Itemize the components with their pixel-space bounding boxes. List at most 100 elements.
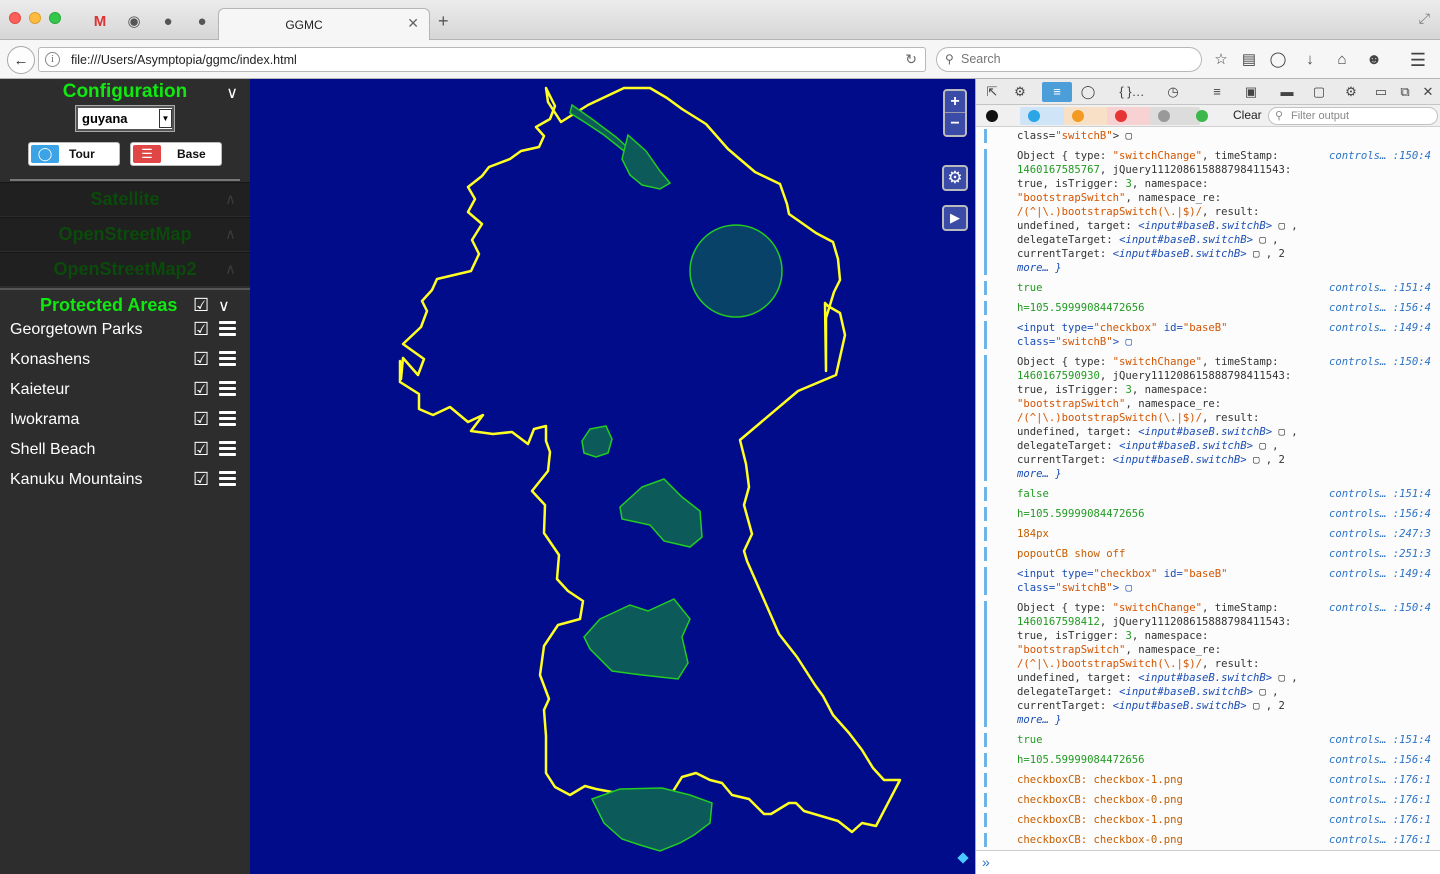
clear-console-button[interactable]: Clear bbox=[1233, 108, 1262, 122]
kanuku-mountains-area[interactable] bbox=[583, 598, 691, 680]
log-entry[interactable]: controls… :176:1 checkboxCB: checkbox-0.p… bbox=[976, 833, 1440, 847]
fullscreen-icon[interactable]: ⤢ bbox=[1419, 10, 1430, 27]
layer-row-openstreetmap[interactable]: OpenStreetMap ∧ bbox=[0, 217, 250, 251]
pick-element-icon[interactable]: ⇱ bbox=[982, 82, 1002, 102]
gmail-pinned-tab[interactable]: M bbox=[87, 8, 113, 34]
log-source-link[interactable]: controls… :176:1 bbox=[1329, 773, 1431, 787]
chevron-up-icon[interactable]: ∧ bbox=[225, 260, 236, 278]
search-input[interactable] bbox=[961, 52, 1161, 66]
dock-side-icon[interactable]: ▭ bbox=[1372, 82, 1390, 102]
tab-console[interactable]: ≡ bbox=[1042, 82, 1072, 102]
log-entry[interactable]: controls… :247:3 184px bbox=[976, 527, 1440, 541]
bookmark-star-icon[interactable]: ☆ bbox=[1210, 49, 1232, 71]
log-source-link[interactable]: controls… :151:4 bbox=[1329, 487, 1431, 501]
log-source-link[interactable]: controls… :251:3 bbox=[1329, 547, 1431, 561]
css-filter-toggle[interactable] bbox=[1020, 107, 1070, 125]
close-devtools-icon[interactable]: ✕ bbox=[1419, 82, 1437, 102]
scratchpad-icon[interactable]: ▢ bbox=[1310, 82, 1328, 102]
console-log[interactable]: class="switchB"> ▢ controls… :150:4 Object… bbox=[976, 127, 1440, 850]
iwokrama-area[interactable] bbox=[619, 478, 703, 548]
chevron-up-icon[interactable]: ∧ bbox=[225, 190, 236, 208]
options-gear-icon[interactable]: ⚙ bbox=[1342, 82, 1360, 102]
info-icon[interactable]: i bbox=[45, 52, 60, 67]
logging-filter-toggle[interactable] bbox=[1150, 107, 1200, 125]
chat-icon[interactable]: ☻ bbox=[1363, 49, 1385, 71]
log-entry[interactable]: controls… :151:4 true bbox=[976, 733, 1440, 747]
log-source-link[interactable]: controls… :150:4 bbox=[1329, 601, 1431, 615]
server-filter-dot[interactable] bbox=[1196, 110, 1208, 122]
download-icon[interactable]: ↓ bbox=[1299, 49, 1321, 71]
chevron-down-icon[interactable]: ∨ bbox=[218, 296, 230, 316]
region-select[interactable]: guyana ▼ bbox=[75, 105, 175, 132]
github-pinned-tab[interactable]: ◉ bbox=[121, 8, 147, 34]
home-icon[interactable]: ⌂ bbox=[1331, 49, 1353, 71]
style-editor-tab[interactable]: { }… bbox=[1114, 82, 1150, 102]
checkbox-checked-icon[interactable]: ☑ bbox=[193, 379, 209, 400]
log-entry[interactable]: controls… :151:4 false bbox=[976, 487, 1440, 501]
pocket-icon[interactable]: ◯ bbox=[1267, 49, 1289, 71]
active-tab[interactable]: GGMC ✕ bbox=[218, 8, 430, 41]
shell-beach-circle[interactable] bbox=[689, 224, 783, 318]
debugger-tab[interactable]: ◯ bbox=[1076, 82, 1100, 102]
globe-pinned-tab[interactable]: ● bbox=[155, 8, 181, 34]
log-entry[interactable]: controls… :150:4 Object { type: "switchCh… bbox=[976, 355, 1440, 481]
log-entry[interactable]: controls… :150:4 Object { type: "switchCh… bbox=[976, 149, 1440, 275]
log-source-link[interactable]: controls… :150:4 bbox=[1329, 149, 1431, 163]
log-entry[interactable]: controls… :156:4 h=105.59999084472656 bbox=[976, 301, 1440, 315]
checkbox-checked-icon[interactable]: ☑ bbox=[193, 409, 209, 430]
log-entry[interactable]: controls… :251:3 popoutCB show off bbox=[976, 547, 1440, 561]
filter-output-input[interactable]: ⚲ Filter output bbox=[1268, 107, 1438, 125]
globe-pinned-tab-2[interactable]: ● bbox=[189, 8, 215, 34]
url-bar[interactable]: i file:///Users/Asymptopia/ggmc/index.ht… bbox=[38, 47, 926, 72]
tour-button[interactable]: ◯ Tour bbox=[28, 142, 120, 166]
zoom-out-button[interactable]: − bbox=[945, 113, 965, 135]
log-source-link[interactable]: controls… :176:1 bbox=[1329, 833, 1431, 847]
inspector-tab[interactable]: ⚙ bbox=[1010, 82, 1030, 102]
log-entry[interactable]: controls… :176:1 checkboxCB: checkbox-1.p… bbox=[976, 773, 1440, 787]
log-source-link[interactable]: controls… :149:4 bbox=[1329, 567, 1431, 581]
search-bar[interactable]: ⚲ bbox=[936, 47, 1202, 72]
checkbox-checked-icon[interactable]: ☑ bbox=[193, 349, 209, 370]
screenshot-icon[interactable]: ▬ bbox=[1278, 82, 1296, 102]
log-entry[interactable]: controls… :149:4 <input type="checkbox" i… bbox=[976, 567, 1440, 595]
gear-icon[interactable]: ⚙ bbox=[942, 165, 968, 191]
dropdown-arrow-icon[interactable]: ▼ bbox=[159, 109, 172, 128]
log-source-link[interactable]: controls… :151:4 bbox=[1329, 281, 1431, 295]
log-source-link[interactable]: controls… :176:1 bbox=[1329, 813, 1431, 827]
georgetown-parks-area[interactable] bbox=[621, 133, 672, 190]
reload-icon[interactable]: ↻ bbox=[905, 51, 917, 68]
log-entry[interactable]: class="switchB"> ▢ bbox=[976, 129, 1440, 143]
checkbox-checked-icon[interactable]: ☑ bbox=[193, 439, 209, 460]
hamburger-menu-icon[interactable] bbox=[219, 351, 236, 369]
close-window-button[interactable] bbox=[9, 12, 21, 24]
checkbox-checked-icon[interactable]: ☑ bbox=[193, 295, 209, 316]
log-source-link[interactable]: controls… :156:4 bbox=[1329, 507, 1431, 521]
log-source-link[interactable]: controls… :247:3 bbox=[1329, 527, 1431, 541]
log-entry[interactable]: controls… :176:1 checkboxCB: checkbox-1.p… bbox=[976, 813, 1440, 827]
log-entry[interactable]: controls… :156:4 h=105.59999084472656 bbox=[976, 753, 1440, 767]
log-source-link[interactable]: controls… :151:4 bbox=[1329, 733, 1431, 747]
zoom-window-button[interactable] bbox=[49, 12, 61, 24]
menu-icon[interactable]: ☰ bbox=[1407, 49, 1429, 71]
network-tab[interactable]: ≡ bbox=[1208, 82, 1226, 102]
back-button[interactable]: ← bbox=[7, 46, 35, 74]
log-source-link[interactable]: controls… :156:4 bbox=[1329, 301, 1431, 315]
dock-window-icon[interactable]: ⧉ bbox=[1396, 82, 1414, 102]
play-icon[interactable]: ▶ bbox=[942, 205, 968, 231]
konashens-area[interactable] bbox=[590, 787, 713, 852]
hamburger-menu-icon[interactable] bbox=[219, 471, 236, 489]
log-entry[interactable]: controls… :156:4 h=105.59999084472656 bbox=[976, 507, 1440, 521]
kaieteur-area[interactable] bbox=[581, 425, 613, 458]
layer-row-openstreetmap2[interactable]: OpenStreetMap2 ∧ bbox=[0, 252, 250, 286]
map-view[interactable]: + − ⚙ ▶ bbox=[250, 79, 975, 874]
tab-close-icon[interactable]: ✕ bbox=[407, 15, 419, 32]
net-filter-dot[interactable] bbox=[986, 110, 998, 122]
hamburger-menu-icon[interactable] bbox=[219, 411, 236, 429]
log-entry[interactable]: controls… :151:4 true bbox=[976, 281, 1440, 295]
console-input[interactable]: » bbox=[976, 850, 1440, 874]
checkbox-checked-icon[interactable]: ☑ bbox=[193, 469, 209, 490]
log-entry[interactable]: controls… :149:4 <input type="checkbox" i… bbox=[976, 321, 1440, 349]
chevron-down-icon[interactable]: ∨ bbox=[226, 83, 238, 103]
chevron-up-icon[interactable]: ∧ bbox=[225, 225, 236, 243]
checkbox-checked-icon[interactable]: ☑ bbox=[193, 319, 209, 340]
